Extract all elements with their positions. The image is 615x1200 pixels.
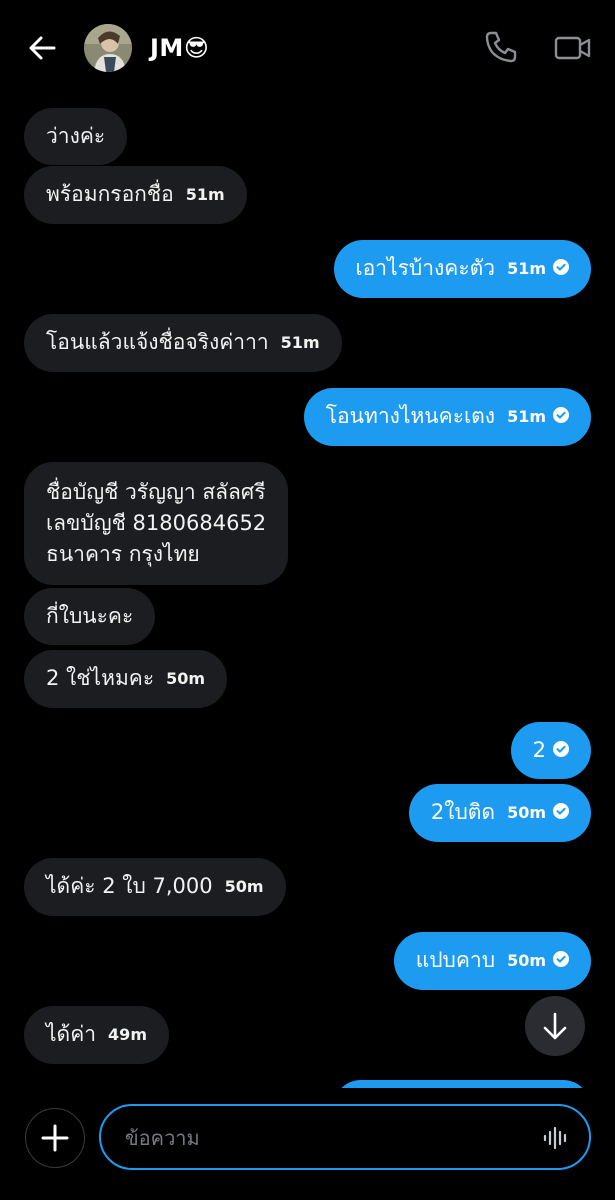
- call-button[interactable]: [482, 28, 520, 66]
- video-call-button[interactable]: [552, 30, 594, 66]
- arrow-down-icon: [543, 1012, 567, 1040]
- message-bubble[interactable]: เอาไรบ้างคะตัว 51m: [333, 240, 591, 298]
- arrow-left-icon: [29, 36, 56, 60]
- avatar-image: [84, 24, 132, 72]
- message-thread[interactable]: ว่างค่ะ พร้อมกรอกชื่อ 51m เอาไรบ้างคะตัว 5…: [0, 96, 615, 1088]
- message-composer: [0, 1088, 615, 1200]
- phone-icon: [485, 31, 517, 63]
- conversation-header: JM😎: [0, 0, 615, 96]
- message-line: ชื่อบัญชี วรัญญา สลัลศรี: [46, 480, 266, 504]
- message-text: 2 ใช่ไหมคะ: [46, 666, 155, 690]
- message-bubble[interactable]: 2 ใช่ไหมคะ 50m: [24, 650, 228, 708]
- message-bubble-partial[interactable]: [333, 1080, 591, 1088]
- message-time: 50m: [507, 950, 546, 970]
- message-bubble[interactable]: โอนแล้วแจ้งชื่อจริงค่าาา 51m: [24, 314, 342, 372]
- message-time: 49m: [108, 1024, 147, 1044]
- message-bubble[interactable]: 2ใบติด 50m: [408, 784, 591, 842]
- message-bubble[interactable]: พร้อมกรอกชื่อ 51m: [24, 166, 247, 224]
- sent-check-icon: [553, 407, 569, 423]
- message-bubble[interactable]: ได้ค่า 49m: [24, 1006, 169, 1064]
- message-time: 51m: [507, 406, 546, 426]
- back-button[interactable]: [22, 28, 62, 68]
- message-bubble[interactable]: 2: [510, 722, 591, 779]
- message-text: ได้ค่า: [46, 1022, 97, 1046]
- message-text: โอนทางไหนคะเตง: [325, 404, 496, 428]
- scroll-to-bottom-button[interactable]: [525, 996, 585, 1056]
- sent-check-icon: [553, 951, 569, 967]
- message-bubble[interactable]: กี่ใบนะคะ: [24, 588, 156, 645]
- message-line: เลขบัญชี 8180684652: [46, 511, 267, 535]
- message-text: ว่างค่ะ: [46, 124, 106, 148]
- message-text: พร้อมกรอกชื่อ: [46, 182, 174, 206]
- message-time: 50m: [224, 876, 264, 896]
- add-attachment-button[interactable]: [25, 1108, 85, 1168]
- message-line: ธนาคาร กรุงไทย: [46, 542, 200, 566]
- voice-message-button[interactable]: [543, 1126, 569, 1150]
- message-text: โอนแล้วแจ้งชื่อจริงค่าาา: [46, 330, 269, 354]
- message-text: 2ใบติด: [430, 800, 496, 824]
- message-time: 50m: [166, 668, 206, 688]
- message-bubble[interactable]: ว่างค่ะ: [24, 108, 128, 165]
- message-bubble[interactable]: โอนทางไหนคะเตง 51m: [303, 388, 591, 446]
- message-time: 50m: [507, 802, 546, 822]
- video-camera-icon: [554, 36, 591, 60]
- message-bubble[interactable]: ชื่อบัญชี วรัญญา สลัลศรี เลขบัญชี 818068…: [24, 462, 289, 585]
- message-input[interactable]: [123, 1116, 527, 1160]
- sent-check-icon: [553, 259, 569, 275]
- message-time: 51m: [280, 332, 320, 352]
- sent-check-icon: [553, 803, 569, 819]
- message-time: 51m: [185, 184, 225, 204]
- contact-name[interactable]: JM😎: [150, 32, 209, 64]
- message-text: แปบคาบ: [415, 948, 496, 972]
- plus-icon: [41, 1124, 69, 1152]
- message-time: 51m: [507, 258, 546, 278]
- message-bubble[interactable]: แปบคาบ 50m: [393, 932, 591, 990]
- voice-waveform-icon: [543, 1126, 567, 1150]
- message-text: 2: [532, 738, 546, 762]
- message-bubble[interactable]: ได้ค่ะ 2 ใบ 7,000 50m: [24, 858, 286, 916]
- message-text: กี่ใบนะคะ: [46, 604, 134, 628]
- message-text: เอาไรบ้างคะตัว: [355, 256, 496, 280]
- message-text: ได้ค่ะ 2 ใบ 7,000: [46, 874, 213, 898]
- avatar[interactable]: [84, 24, 132, 72]
- sent-check-icon: [553, 741, 569, 757]
- message-input-container[interactable]: [99, 1104, 591, 1170]
